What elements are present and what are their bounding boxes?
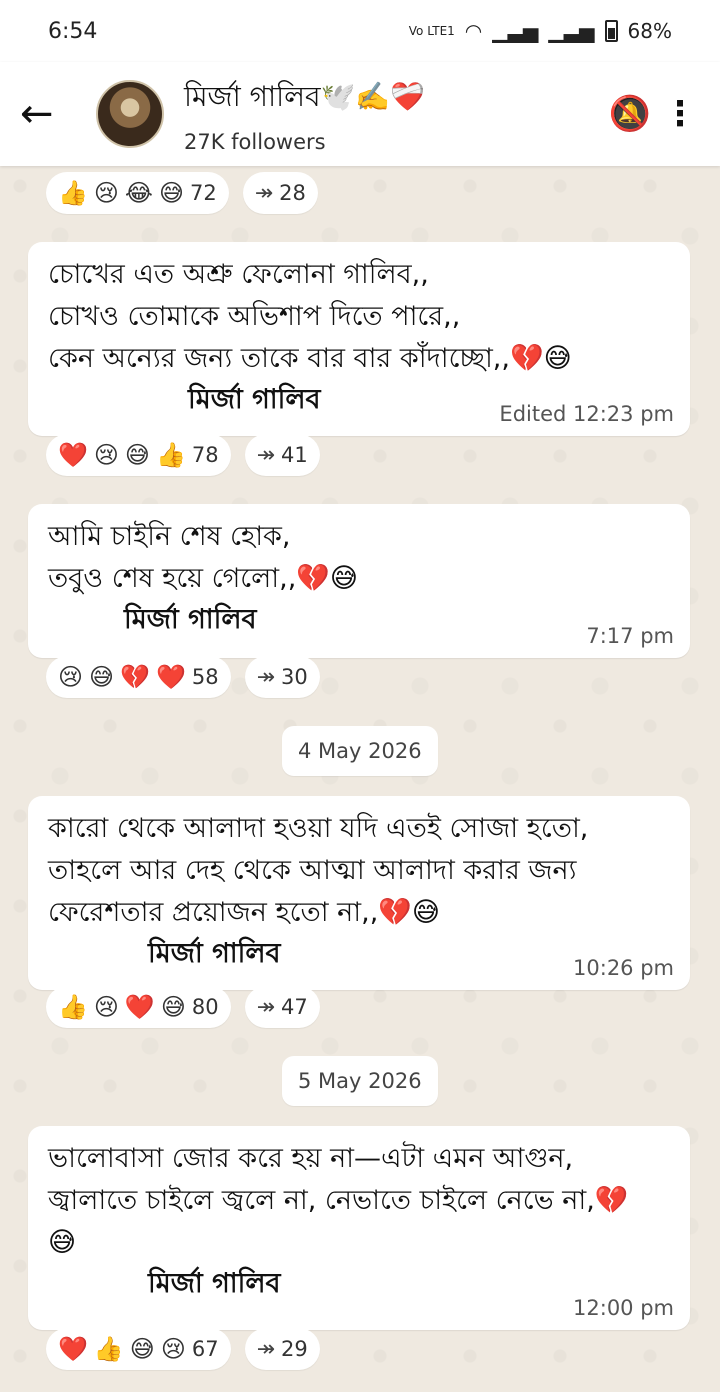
- reaction-pill[interactable]: 👍 😢 ❤️ 😅 80: [46, 986, 231, 1028]
- reaction-emoji: 👍: [155, 441, 186, 469]
- reaction-count: 72: [190, 181, 217, 205]
- forward-count: 29: [281, 1337, 308, 1361]
- message-line: জ্বালাতে চাইলে জ্বলে না, নেভাতে চাইলে নে…: [48, 1185, 629, 1216]
- forward-icon: ↠: [256, 442, 276, 468]
- reaction-row: 👍 😢 ❤️ 😅 80 ↠ 47: [46, 986, 320, 1028]
- back-arrow-icon[interactable]: ←: [20, 91, 68, 137]
- channel-info[interactable]: মির্জা গালিব🕊️✍️❤️‍🩹 27K followers: [184, 75, 600, 154]
- wifi-icon: ◠: [464, 19, 483, 43]
- reaction-row: ❤️ 👍 😅 😢 67 ↠ 29: [46, 1328, 320, 1370]
- status-time: 6:54: [48, 18, 98, 44]
- more-vert-icon[interactable]: ⋮: [660, 94, 700, 134]
- date-chip: 5 May 2026: [282, 1056, 438, 1106]
- status-icons: Vo LTE1 ◠ ▁▃▅ ▁▃▅ 68%: [409, 19, 672, 43]
- reaction-emoji: 😅: [124, 441, 150, 469]
- reaction-row: 😢 😅 💔 ❤️ 58 ↠ 30: [46, 656, 320, 698]
- forward-count: 30: [281, 665, 308, 689]
- reaction-emoji: ❤️: [155, 663, 186, 691]
- message-bubble[interactable]: ভালোবাসা জোর করে হয় না—এটা এমন আগুন, জ্…: [28, 1126, 690, 1330]
- signal-icon-2: ▁▃▅: [548, 19, 595, 43]
- reaction-emoji: 😢: [160, 1335, 186, 1363]
- message-line: ফেরেশতার প্রয়োজন হতো না,,💔😅: [48, 897, 441, 928]
- message-signature: মির্জা গালিব: [124, 604, 257, 635]
- reaction-emoji: 😂: [124, 179, 153, 207]
- reaction-emoji: 😅: [129, 1335, 155, 1363]
- reaction-row: ❤️ 😢 😅 👍 78 ↠ 41: [46, 434, 320, 476]
- message-line: তবুও শেষ হয়ে গেলো,,💔😅: [48, 563, 359, 594]
- battery-icon: [604, 20, 618, 42]
- message-time: Edited 12:23 pm: [499, 402, 674, 426]
- reaction-emoji: ❤️: [58, 441, 88, 469]
- message-line: তাহলে আর দেহ থেকে আত্মা আলাদা করার জন্য: [48, 855, 577, 886]
- bell-off-icon[interactable]: 🔕: [600, 94, 660, 134]
- signal-icon: ▁▃▅: [492, 19, 539, 43]
- reaction-emoji: 😅: [160, 993, 186, 1021]
- reaction-emoji: ❤️: [58, 1335, 88, 1363]
- forward-pill[interactable]: ↠ 29: [244, 1328, 320, 1370]
- reaction-emoji: ❤️: [124, 993, 155, 1021]
- forward-count: 28: [279, 181, 306, 205]
- reaction-count: 58: [191, 665, 219, 689]
- message-bubble[interactable]: চোখের এত অশ্রু ফেলোনা গালিব,, চোখও তোমাক…: [28, 242, 690, 436]
- avatar[interactable]: [96, 80, 164, 148]
- forward-icon: ↠: [256, 664, 276, 690]
- reaction-pill[interactable]: ❤️ 😢 😅 👍 78: [46, 434, 231, 476]
- message-line: আমি চাইনি শেষ হোক,: [48, 521, 291, 552]
- reaction-count: 67: [191, 1337, 219, 1361]
- forward-pill[interactable]: ↠ 30: [244, 656, 320, 698]
- reaction-pill[interactable]: 👍 😢 😂 😅 72: [46, 172, 229, 214]
- message-line: 😅: [48, 1227, 77, 1258]
- reaction-pill[interactable]: 😢 😅 💔 ❤️ 58: [46, 656, 231, 698]
- message-line: ভালোবাসা জোর করে হয় না—এটা এমন আগুন,: [48, 1143, 574, 1174]
- reaction-emoji: 😢: [93, 179, 119, 207]
- message-bubble[interactable]: কারো থেকে আলাদা হওয়া যদি এতই সোজা হতো, …: [28, 796, 690, 990]
- message-line: চোখের এত অশ্রু ফেলোনা গালিব,,: [48, 259, 429, 290]
- reaction-emoji: 😢: [93, 441, 119, 469]
- forward-icon: ↠: [256, 994, 276, 1020]
- channel-header: ← মির্জা গালিব🕊️✍️❤️‍🩹 27K followers 🔕 ⋮: [0, 62, 720, 166]
- message-line: চোখও তোমাকে অভিশাপ দিতে পারে,,: [48, 301, 461, 332]
- forward-icon: ↠: [254, 180, 274, 206]
- date-chip: 4 May 2026: [282, 726, 438, 776]
- forward-count: 41: [281, 443, 308, 467]
- volte-icon: Vo LTE1: [408, 24, 455, 38]
- forward-pill[interactable]: ↠ 28: [242, 172, 318, 214]
- reaction-row: 👍 😢 😂 😅 72 ↠ 28: [46, 172, 318, 214]
- message-line: কেন অন্যের জন্য তাকে বার বার কাঁদাচ্ছো,,…: [48, 343, 572, 374]
- forward-count: 47: [281, 995, 308, 1019]
- status-bar: 6:54 Vo LTE1 ◠ ▁▃▅ ▁▃▅ 68%: [0, 0, 720, 62]
- reaction-count: 78: [191, 443, 219, 467]
- message-bubble[interactable]: আমি চাইনি শেষ হোক, তবুও শেষ হয়ে গেলো,,💔…: [28, 504, 690, 658]
- channel-name[interactable]: মির্জা গালিব🕊️✍️❤️‍🩹: [184, 75, 600, 122]
- reaction-emoji: 👍: [58, 993, 88, 1021]
- forward-pill[interactable]: ↠ 41: [244, 434, 320, 476]
- followers-count: 27K followers: [184, 129, 326, 154]
- reaction-emoji: 😢: [93, 993, 119, 1021]
- reaction-emoji: 👍: [58, 179, 88, 207]
- message-line: কারো থেকে আলাদা হওয়া যদি এতই সোজা হতো,: [48, 813, 589, 844]
- forward-icon: ↠: [256, 1336, 276, 1362]
- reaction-emoji: 😅: [158, 179, 184, 207]
- reaction-pill[interactable]: ❤️ 👍 😅 😢 67: [46, 1328, 231, 1370]
- chat-area[interactable]: 👍 😢 😂 😅 72 ↠ 28 চোখের এত অশ্রু ফেলোনা গা…: [0, 166, 720, 1392]
- reaction-count: 80: [191, 995, 219, 1019]
- reaction-emoji: 😅: [89, 663, 115, 691]
- message-time: 7:17 pm: [586, 624, 674, 648]
- message-time: 12:00 pm: [573, 1296, 674, 1320]
- battery-level: 68%: [627, 19, 672, 43]
- message-time: 10:26 pm: [573, 956, 674, 980]
- reaction-emoji: 💔: [120, 663, 150, 691]
- forward-pill[interactable]: ↠ 47: [244, 986, 320, 1028]
- reaction-emoji: 😢: [58, 663, 84, 691]
- reaction-emoji: 👍: [93, 1335, 124, 1363]
